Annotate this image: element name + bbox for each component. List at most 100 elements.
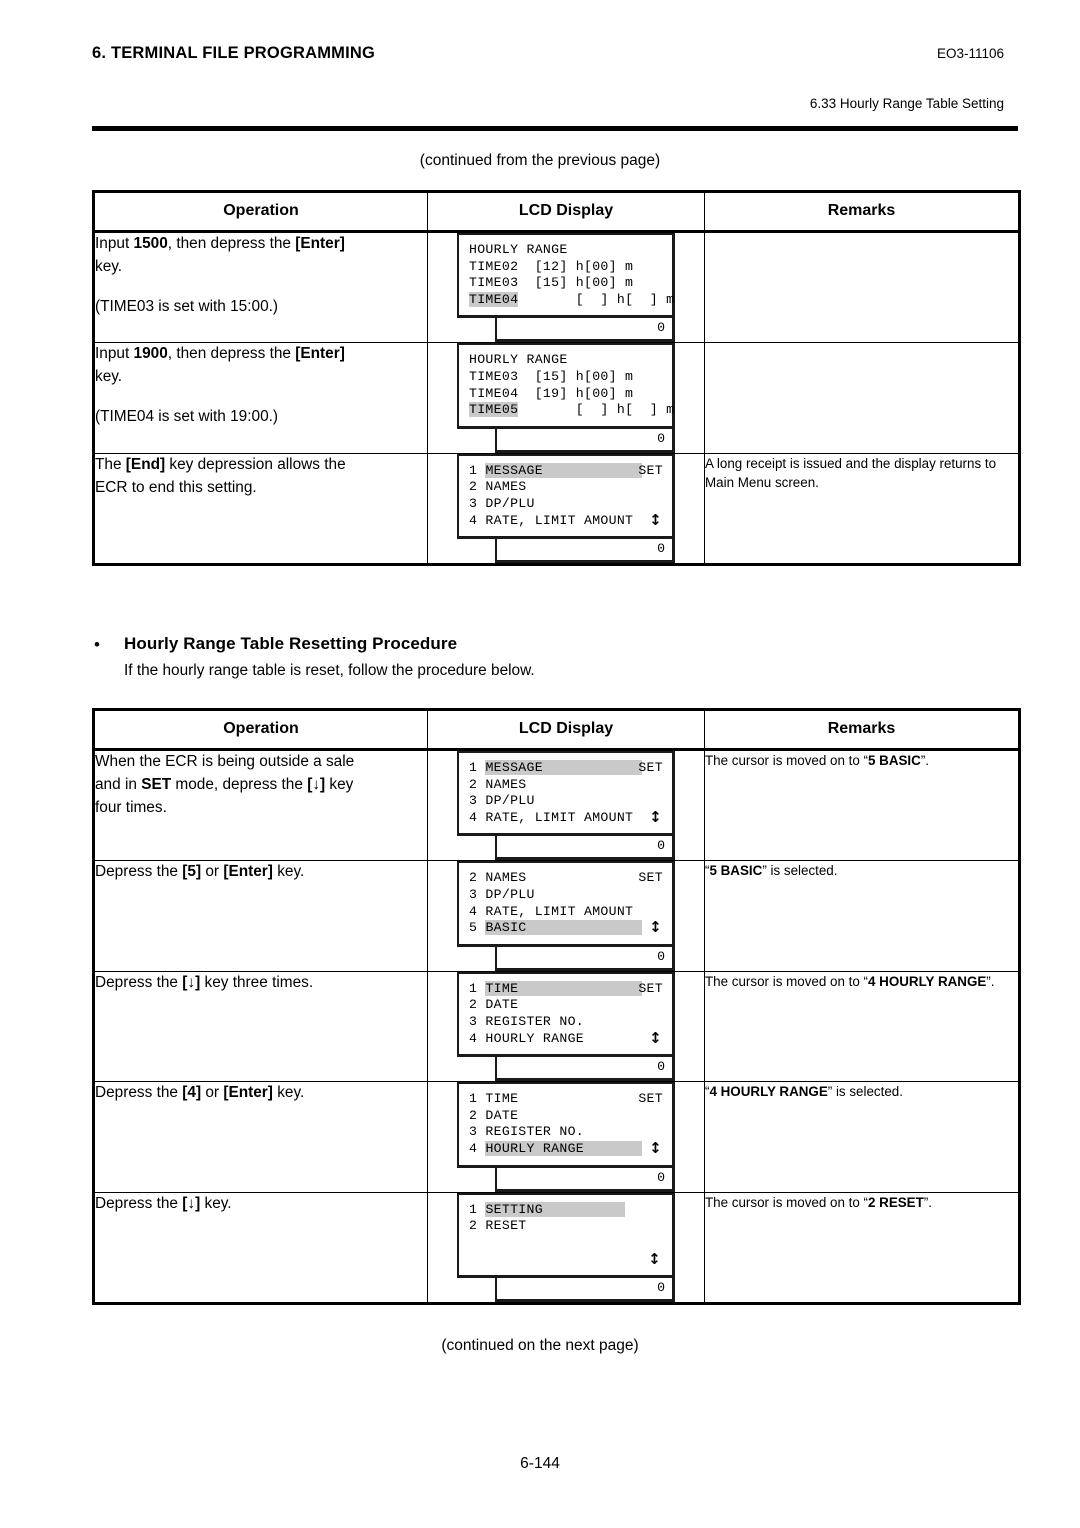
lcd-cursor-highlight: SETTING [485,1201,626,1217]
op-text: , then depress the [167,345,296,363]
lcd-display-cell: HOURLY RANGE TIME02 [12] h[00] m TIME03 … [427,230,705,344]
lcd-line: TIME02 [12] h[00] m [469,259,663,276]
lcd-screen: 1 MESSAGE SET 2 NAMES 3 DP/PLU 4 RATE, L… [457,453,675,540]
column-header-remarks: Remarks [704,708,1021,751]
lcd-numeric-value: 0 [495,428,675,453]
lcd-text: HOURLY RANGE [469,242,568,257]
lcd-mode-label: SET [638,980,663,996]
remarks-emphasis: 4 HOURLY RANGE [709,1084,828,1100]
op-text: Depress the [95,1194,183,1212]
lcd-screen: 2 NAMES SET 3 DP/PLU 4 RATE, LIMIT AMOUNT… [457,861,675,947]
operation-cell: When the ECR is being outside a sale and… [92,748,428,862]
lcd-text: 4 RATE, LIMIT AMOUNT [469,809,634,825]
lcd-line-selected: TIME05 [ ] h[ ] m [469,402,674,419]
column-header-remarks: Remarks [704,190,1021,233]
lcd-line: TIME04 [19] h[00] m [469,386,663,403]
table-row: The [End] key depression allows the ECR … [92,452,1021,567]
key-label: [Enter] [223,863,273,881]
lcd-line: 2 NAMES [469,777,663,794]
op-text: Input [95,345,134,363]
lcd-cursor-highlight: TIME [485,980,642,996]
column-header-operation: Operation [92,708,428,751]
table-row: Depress the [5] or [Enter] key. 2 NAMES S… [92,860,1021,972]
op-text: and in [95,775,142,793]
table-row: Depress the [4] or [Enter] key. 1 TIME SE… [92,1081,1021,1193]
lcd-display-cell: 1 TIME SET 2 DATE 3 REGISTER NO. 4 HOURL… [427,970,705,1083]
lcd-line-selected: 1 SETTING [469,1201,663,1219]
lcd-cursor-highlight: TIME04 [469,291,519,307]
section-subtitle: If the hourly range table is reset, foll… [124,662,535,679]
operation-cell: Input 1900, then depress the [Enter] key… [92,342,428,454]
op-text: Input [95,235,134,252]
remarks-text: ”. [923,1194,932,1210]
op-text: key. [272,863,305,881]
lcd-line-selected: 1 MESSAGE SET [469,760,663,777]
key-label: [End] [125,455,166,473]
lcd-device: 2 NAMES SET 3 DP/PLU 4 RATE, LIMIT AMOUNT… [457,861,675,971]
lcd-screen: 1 MESSAGE SET 2 NAMES 3 DP/PLU 4 RATE, L… [457,751,675,837]
lcd-text: 3 REGISTER NO. [469,1124,584,1140]
lcd-line: 2 DATE [469,1108,663,1125]
lcd-text: 2 DATE [469,997,519,1013]
continued-on-next-page: (continued on the next page) [441,1337,639,1354]
remarks-text: The cursor is moved on to “ [705,973,868,989]
lcd-numeric-value: 0 [495,539,675,564]
table-row: Input 1500, then depress the [Enter] key… [92,230,1021,344]
lcd-display-cell: 1 MESSAGE SET 2 NAMES 3 DP/PLU 4 RATE, L… [427,452,705,567]
page-header: 6. TERMINAL FILE PROGRAMMING EO3-11106 6… [92,44,1018,124]
lcd-text: HOURLY RANGE [469,352,568,368]
page-number: 6-144 [520,1455,560,1472]
remarks-cell: “5 BASIC” is selected. [704,860,1021,972]
column-header-lcd-display: LCD Display [427,708,705,751]
lcd-line: 4 RATE, LIMIT AMOUNT ↕ [469,510,663,530]
lcd-cursor-highlight: TIME05 [469,402,519,418]
lcd-text: 1 TIME [469,1091,519,1107]
lcd-display-cell: 1 MESSAGE SET 2 NAMES 3 DP/PLU 4 RATE, L… [427,748,705,862]
lcd-line [469,1235,663,1252]
continued-from-previous-page: (continued from the previous page) [419,152,661,169]
mode-label: SET [141,775,172,793]
lcd-text: 4 RATE, LIMIT AMOUNT [469,512,634,528]
lcd-index: 4 [469,1140,486,1156]
lcd-screen: 1 SETTING 2 RESET ↕ [457,1192,675,1278]
op-text: key. [272,1084,305,1102]
lcd-text: 3 DP/PLU [469,793,535,809]
lcd-text: 4 RATE, LIMIT AMOUNT [469,903,634,919]
remarks-cell: A long receipt is issued and the display… [704,452,1021,567]
lcd-text: 4 HOURLY RANGE [469,1030,584,1046]
lcd-device: 1 TIME SET 2 DATE 3 REGISTER NO. 4 HOURL… [457,971,675,1082]
lcd-text: TIME02 [12] h[00] m [469,258,634,274]
lcd-line: 2 NAMES SET [469,870,663,887]
table-row: Depress the [↓] key three times. 1 TIME … [92,970,1021,1083]
remarks-text: ”. [920,753,930,768]
lcd-line: 2 NAMES [469,479,663,496]
lcd-line: 3 DP/PLU [469,887,663,904]
lcd-display-cell: 1 SETTING 2 RESET ↕ 0 [427,1191,705,1305]
op-note: (TIME04 is set with 19:00.) [95,407,279,425]
lcd-cursor-highlight: MESSAGE [485,760,642,775]
document-code: EO3-11106 [936,46,1004,61]
lcd-line-selected: 1 TIME SET [469,980,663,998]
remarks-emphasis: 2 RESET [867,1194,924,1210]
op-text: Depress the [95,973,183,991]
lcd-index: 5 [469,920,486,936]
page-title: 6. TERMINAL FILE PROGRAMMING [92,44,376,62]
updown-arrow-icon: ↕ [649,510,662,529]
table-row: Depress the [↓] key. 1 SETTING 2 RESET ↕… [92,1191,1021,1305]
updown-arrow-icon: ↕ [649,918,662,937]
operation-cell: Depress the [↓] key. [92,1191,428,1305]
lcd-screen: 1 TIME SET 2 DATE 3 REGISTER NO. 4 HOURLY… [457,1082,675,1168]
op-text: four times. [95,798,167,816]
lcd-line: HOURLY RANGE [469,242,663,259]
lcd-line: 3 REGISTER NO. [469,1124,663,1141]
operation-cell: Input 1500, then depress the [Enter] key… [92,230,428,344]
lcd-line: HOURLY RANGE [469,352,663,369]
remarks-text: ” is selected. [827,1084,903,1100]
operation-cell: The [End] key depression allows the ECR … [92,452,428,567]
lcd-line-selected: 1 MESSAGE SET [469,462,663,480]
remarks-cell: The cursor is moved on to “4 HOURLY RANG… [704,970,1021,1083]
key-label: [4] [182,1084,202,1102]
lcd-screen: HOURLY RANGE TIME02 [12] h[00] m TIME03 … [457,233,675,319]
op-text: , then depress the [167,235,296,252]
remarks-text: ”. [986,973,995,989]
